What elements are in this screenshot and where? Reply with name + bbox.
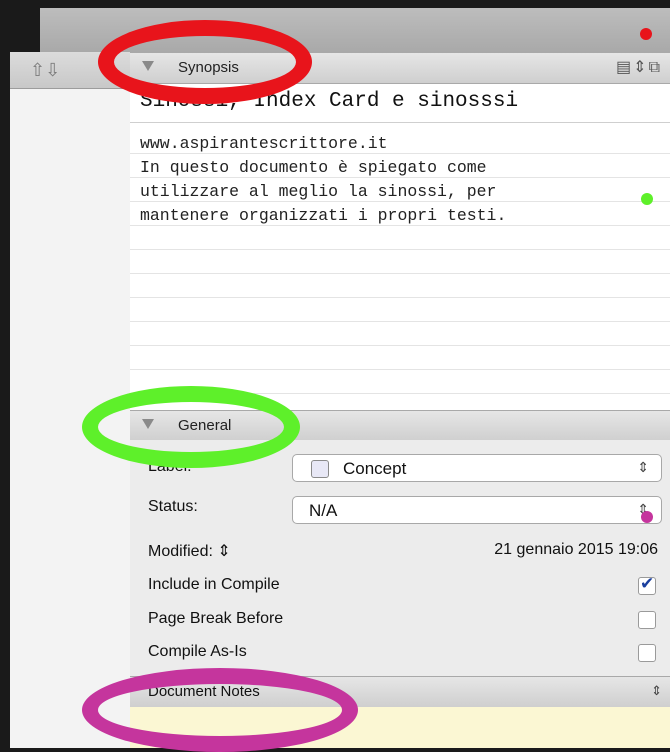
status-caption: Status: <box>148 498 198 515</box>
popup-arrow-icon: ⇕ <box>637 459 649 475</box>
status-value: N/A <box>309 501 338 520</box>
compile-as-is-label: Compile As-Is <box>148 643 247 660</box>
include-in-compile-label: Include in Compile <box>148 576 280 593</box>
magenta-annotation-ellipse <box>82 668 358 752</box>
label-value: Concept <box>343 459 407 478</box>
modified-caption[interactable]: Modified: ⇕ <box>148 541 231 561</box>
label-color-swatch-icon <box>311 460 329 478</box>
status-popup[interactable]: N/A ⇕ <box>292 496 662 524</box>
synopsis-title-divider <box>130 122 670 123</box>
label-popup[interactable]: Concept ⇕ <box>292 454 662 482</box>
compile-as-is-checkbox[interactable] <box>638 644 656 662</box>
green-annotation-ellipse <box>82 386 300 468</box>
nav-arrows-icon[interactable]: ⇧⇩ <box>30 60 60 81</box>
page-break-before-checkbox[interactable] <box>638 611 656 629</box>
green-annotation-dot <box>641 193 653 205</box>
synopsis-text[interactable]: www.aspirantescrittore.it In questo docu… <box>140 132 660 228</box>
red-annotation-ellipse <box>98 20 312 104</box>
general-panel: Label: Concept ⇕ Status: N/A ⇕ Modified:… <box>130 440 670 676</box>
magenta-annotation-dot <box>641 511 653 523</box>
red-annotation-dot <box>640 28 652 40</box>
synopsis-tools-icon[interactable]: ▤⇕⧉ <box>616 57 662 77</box>
page-break-before-label: Page Break Before <box>148 610 284 627</box>
include-in-compile-checkbox[interactable] <box>638 574 656 595</box>
notes-popup-arrow-icon[interactable]: ⇕ <box>651 683 662 699</box>
modified-date: 21 gennaio 2015 19:06 <box>494 541 658 558</box>
